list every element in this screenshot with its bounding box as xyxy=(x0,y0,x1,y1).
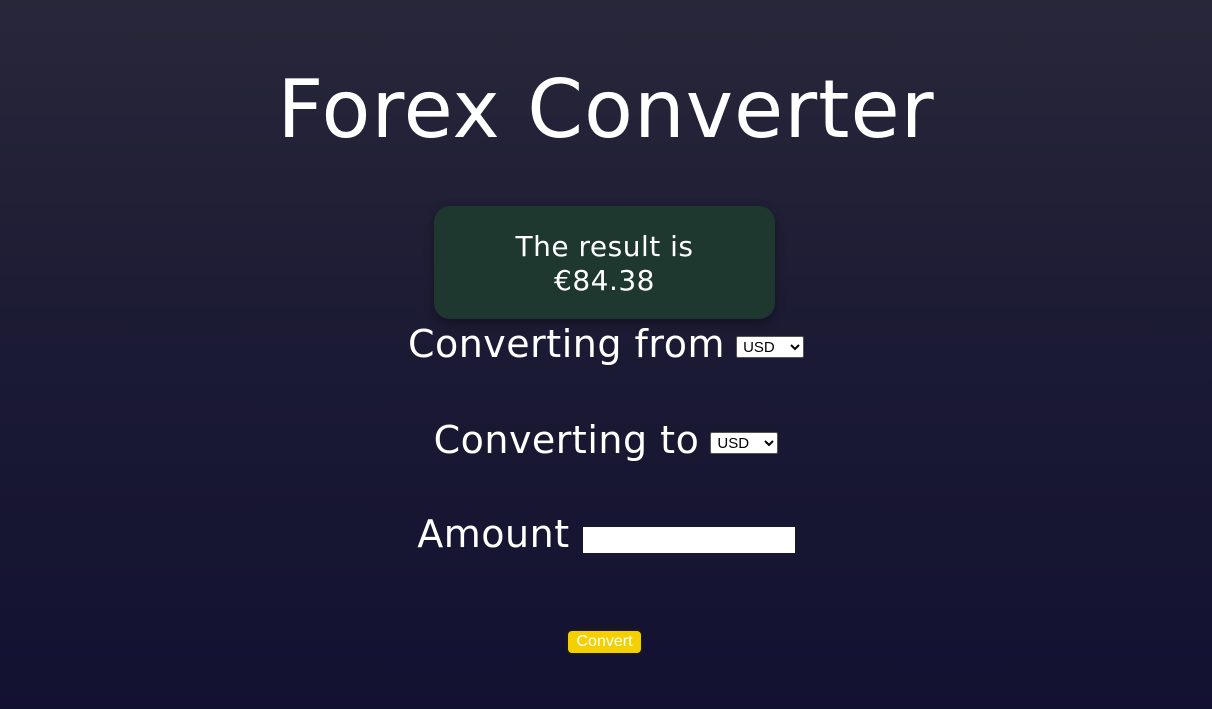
from-currency-label: Converting from xyxy=(407,322,725,366)
to-currency-label: Converting to xyxy=(433,418,700,462)
amount-row: Amount xyxy=(0,512,1212,556)
to-currency-row: Converting to USD xyxy=(0,418,1212,462)
result-value: €84.38 xyxy=(554,264,655,297)
amount-label: Amount xyxy=(417,512,570,556)
to-currency-select[interactable]: USD xyxy=(710,432,779,454)
forex-converter-page: Forex Converter The result is €84.38 Con… xyxy=(0,0,1212,709)
from-currency-row: Converting from USD xyxy=(0,322,1212,366)
amount-input[interactable] xyxy=(582,527,795,553)
page-title: Forex Converter xyxy=(277,63,935,156)
result-box: The result is €84.38 xyxy=(434,206,775,319)
convert-button[interactable]: Convert xyxy=(566,629,643,655)
result-label: The result is xyxy=(515,230,694,263)
from-currency-select[interactable]: USD xyxy=(736,336,805,358)
